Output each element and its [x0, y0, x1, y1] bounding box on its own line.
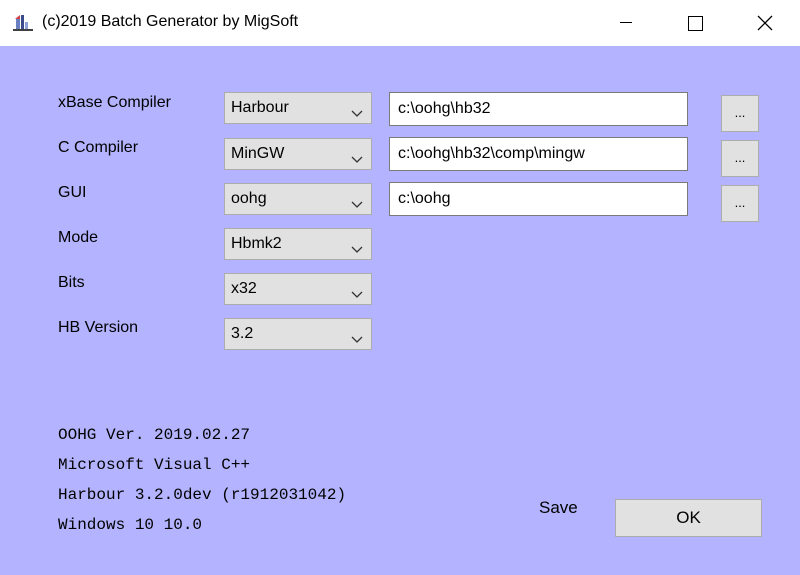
c-compiler-browse-button[interactable]: ...: [721, 140, 759, 177]
chevron-down-icon: [351, 104, 363, 122]
mode-label: Mode: [58, 229, 99, 246]
chevron-down-icon: [351, 330, 363, 348]
gui-value: oohg: [231, 190, 267, 207]
mode-value: Hbmk2: [231, 235, 282, 252]
chevron-down-icon: [351, 195, 363, 213]
gui-path-value: c:\oohg: [398, 190, 451, 207]
xbase-compiler-path-field[interactable]: c:\oohg\hb32: [389, 92, 688, 126]
hb-version-select[interactable]: 3.2: [224, 318, 372, 350]
minimize-button[interactable]: [603, 0, 649, 46]
minimize-icon: [620, 22, 632, 24]
maximize-button[interactable]: [672, 0, 718, 46]
gui-path-field[interactable]: c:\oohg: [389, 182, 688, 216]
maximize-icon: [687, 15, 703, 31]
gui-browse-button[interactable]: ...: [721, 185, 759, 222]
bits-label: Bits: [58, 274, 85, 291]
hb-version-label: HB Version: [58, 319, 139, 336]
bits-select[interactable]: x32: [224, 273, 372, 305]
xbase-compiler-value: Harbour: [231, 99, 289, 116]
c-compiler-path-value: c:\oohg\hb32\comp\mingw: [398, 145, 585, 162]
ok-button[interactable]: OK: [615, 499, 762, 537]
bits-value: x32: [231, 280, 257, 297]
gui-label: GUI: [58, 184, 87, 201]
mode-select[interactable]: Hbmk2: [224, 228, 372, 260]
xbase-compiler-label: xBase Compiler: [58, 94, 171, 111]
title-bar: (c)2019 Batch Generator by MigSoft: [0, 0, 800, 46]
close-button[interactable]: [742, 0, 788, 46]
gui-select[interactable]: oohg: [224, 183, 372, 215]
harbour-version-text: Harbour 3.2.0dev (r1912031042): [58, 486, 347, 504]
batch-generator-window: (c)2019 Batch Generator by MigSoft xBase…: [0, 0, 800, 575]
chevron-down-icon: [351, 150, 363, 168]
os-version-text: Windows 10 10.0: [58, 516, 203, 534]
c-compiler-label: C Compiler: [58, 139, 139, 156]
c-compiler-value: MinGW: [231, 145, 285, 162]
xbase-compiler-browse-button[interactable]: ...: [721, 95, 759, 132]
oohg-version-text: OOHG Ver. 2019.02.27: [58, 426, 251, 444]
c-compiler-path-field[interactable]: c:\oohg\hb32\comp\mingw: [389, 137, 688, 171]
window-title: (c)2019 Batch Generator by MigSoft: [42, 13, 299, 30]
xbase-compiler-select[interactable]: Harbour: [224, 92, 372, 124]
hb-version-value: 3.2: [231, 325, 254, 342]
xbase-compiler-path-value: c:\oohg\hb32: [398, 100, 491, 117]
c-compiler-info-text: Microsoft Visual C++: [58, 456, 251, 474]
c-compiler-select[interactable]: MinGW: [224, 138, 372, 170]
close-icon: [757, 15, 773, 31]
chevron-down-icon: [351, 285, 363, 303]
batch-generator-app-icon: [12, 13, 34, 33]
chevron-down-icon: [351, 240, 363, 258]
save-label[interactable]: Save: [539, 498, 578, 518]
